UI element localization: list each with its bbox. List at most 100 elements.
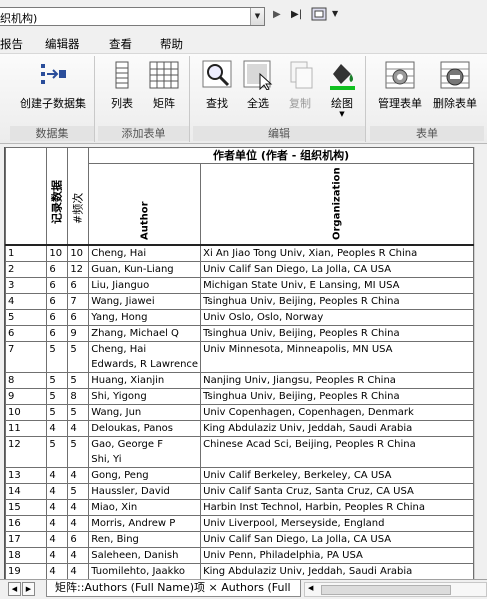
manage-forms-button[interactable]: 管理表单 — [374, 60, 426, 111]
frequency-cell[interactable]: 5 — [67, 436, 90, 468]
dataset-combo[interactable]: 织机构) ▼ — [0, 7, 265, 26]
organization-cell[interactable]: Univ Penn, Philadelphia, PA USA — [200, 547, 474, 564]
frequency-cell[interactable]: 6 — [67, 277, 90, 294]
row-number-cell[interactable]: 10 — [5, 404, 48, 421]
frequency-cell[interactable]: 9 — [67, 325, 90, 342]
author-cell[interactable]: Cheng, Hai Edwards, R Lawrence — [88, 341, 202, 373]
scroll-left-icon[interactable]: ◀ — [308, 584, 313, 592]
create-subset-button[interactable]: 创建子数据集 — [15, 60, 91, 111]
draw-button[interactable]: 绘图 ▼ — [324, 60, 360, 118]
organization-cell[interactable]: Xi An Jiao Tong Univ, Xian, Peoples R Ch… — [200, 244, 474, 262]
author-cell[interactable]: Saleheen, Danish — [88, 547, 202, 564]
author-cell[interactable]: Zhang, Michael Q — [88, 325, 202, 342]
organization-cell[interactable]: Univ Calif San Diego, La Jolla, CA USA — [200, 531, 474, 548]
author-cell[interactable]: Wang, Jun — [88, 404, 202, 421]
record-count-cell[interactable]: 5 — [46, 388, 69, 405]
record-count-cell[interactable]: 10 — [46, 244, 69, 262]
menu-report[interactable]: 报告 — [0, 36, 23, 52]
organization-cell[interactable]: Chinese Acad Sci, Beijing, Peoples R Chi… — [200, 436, 474, 468]
record-count-cell[interactable]: 4 — [46, 499, 69, 516]
row-number-cell[interactable]: 5 — [5, 309, 48, 326]
author-cell[interactable]: Cheng, Hai — [88, 244, 202, 262]
horizontal-scrollbar[interactable]: ◀ — [304, 582, 487, 597]
row-number-cell[interactable]: 14 — [5, 483, 48, 500]
author-header[interactable]: Author — [88, 163, 202, 246]
author-cell[interactable]: Miao, Xin — [88, 499, 202, 516]
frequency-cell[interactable]: 6 — [67, 309, 90, 326]
row-number-cell[interactable]: 4 — [5, 293, 48, 310]
skip-end-icon[interactable]: ▶| — [291, 9, 302, 20]
row-number-cell[interactable]: 19 — [5, 563, 48, 579]
frequency-cell[interactable]: 8 — [67, 388, 90, 405]
row-number-cell[interactable]: 7 — [5, 341, 48, 373]
record-count-cell[interactable]: 6 — [46, 293, 69, 310]
row-number-cell[interactable]: 18 — [5, 547, 48, 564]
frequency-header[interactable]: #频次 — [67, 147, 90, 246]
record-count-cell[interactable]: 4 — [46, 420, 69, 437]
author-cell[interactable]: Deloukas, Panos — [88, 420, 202, 437]
author-cell[interactable]: Tuomilehto, Jaakko — [88, 563, 202, 579]
copy-button[interactable]: 复制 — [282, 60, 318, 111]
author-cell[interactable]: Wang, Jiawei — [88, 293, 202, 310]
record-count-cell[interactable]: 5 — [46, 341, 69, 373]
frequency-cell[interactable]: 12 — [67, 261, 90, 278]
table-row[interactable]: 16 4 4 Morris, Andrew P Univ Liverpool, Mers… — [5, 515, 474, 532]
draw-dropdown-icon[interactable]: ▼ — [324, 111, 360, 118]
row-number-cell[interactable]: 3 — [5, 277, 48, 294]
prev-sheet-icon[interactable]: ◀ — [8, 582, 21, 596]
organization-cell[interactable]: Univ Calif San Diego, La Jolla, CA USA — [200, 261, 474, 278]
record-count-cell[interactable]: 6 — [46, 309, 69, 326]
row-number-cell[interactable]: 8 — [5, 372, 48, 389]
menu-help[interactable]: 帮助 — [160, 36, 183, 52]
table-row[interactable]: 2 6 12 Guan, Kun-Liang Univ Calif San Diego,… — [5, 261, 474, 278]
table-row[interactable]: 18 4 4 Saleheen, Danish Univ Penn, Philadelp… — [5, 547, 474, 564]
organization-cell[interactable]: Tsinghua Univ, Beijing, Peoples R China — [200, 293, 474, 310]
frequency-cell[interactable]: 5 — [67, 404, 90, 421]
author-cell[interactable]: Haussler, David — [88, 483, 202, 500]
frequency-cell[interactable]: 4 — [67, 547, 90, 564]
author-cell[interactable]: Gong, Peng — [88, 467, 202, 484]
record-count-cell[interactable]: 4 — [46, 483, 69, 500]
play-icon[interactable]: ▶ — [273, 9, 281, 20]
organization-cell[interactable]: King Abdulaziz Univ, Jeddah, Saudi Arabi… — [200, 563, 474, 579]
frequency-cell[interactable]: 5 — [67, 483, 90, 500]
toolbar-dropdown-icon[interactable]: ▼ — [332, 9, 338, 18]
organization-cell[interactable]: Univ Minnesota, Minneapolis, MN USA — [200, 341, 474, 373]
record-count-cell[interactable]: 4 — [46, 547, 69, 564]
horizontal-scroll-thumb[interactable] — [321, 585, 451, 595]
next-sheet-icon[interactable]: ▶ — [22, 582, 35, 596]
record-count-cell[interactable]: 6 — [46, 261, 69, 278]
organization-cell[interactable]: Tsinghua Univ, Beijing, Peoples R China — [200, 388, 474, 405]
author-cell[interactable]: Guan, Kun-Liang — [88, 261, 202, 278]
row-number-cell[interactable]: 6 — [5, 325, 48, 342]
record-count-cell[interactable]: 5 — [46, 436, 69, 468]
find-button[interactable]: 查找 — [199, 60, 235, 111]
table-row[interactable]: 12 5 5 Gao, George F Shi, Yi Chinese Acad Sci… — [5, 436, 474, 468]
sheet-tab-matrix[interactable]: 矩阵::Authors (Full Name)项 × Authors (Full — [46, 580, 301, 597]
author-cell[interactable]: Shi, Yigong — [88, 388, 202, 405]
row-number-cell[interactable]: 17 — [5, 531, 48, 548]
table-row[interactable]: 11 4 4 Deloukas, Panos King Abdulaziz Univ, … — [5, 420, 474, 437]
row-number-cell[interactable]: 2 — [5, 261, 48, 278]
frequency-cell[interactable]: 4 — [67, 563, 90, 579]
table-row[interactable]: 5 6 6 Yang, Hong Univ Oslo, Oslo, Norway — [5, 309, 474, 326]
table-row[interactable]: 15 4 4 Miao, Xin Harbin Inst Technol, Harbin… — [5, 499, 474, 516]
record-count-cell[interactable]: 4 — [46, 563, 69, 579]
record-count-cell[interactable]: 4 — [46, 531, 69, 548]
record-count-header[interactable]: 记录数据 — [46, 147, 69, 246]
author-cell[interactable]: Gao, George F Shi, Yi — [88, 436, 202, 468]
matrix-button[interactable]: 矩阵 — [146, 60, 182, 111]
frequency-cell[interactable]: 10 — [67, 244, 90, 262]
frequency-cell[interactable]: 6 — [67, 531, 90, 548]
record-count-cell[interactable]: 5 — [46, 404, 69, 421]
select-all-button[interactable]: 全选 — [240, 60, 276, 111]
menu-view[interactable]: 查看 — [109, 36, 132, 52]
frequency-cell[interactable]: 7 — [67, 293, 90, 310]
table-row[interactable]: 17 4 6 Ren, Bing Univ Calif San Diego, La Jo… — [5, 531, 474, 548]
row-number-cell[interactable]: 12 — [5, 436, 48, 468]
list-button[interactable]: 列表 — [106, 60, 138, 111]
table-row[interactable]: 1 10 10 Cheng, Hai Xi An Jiao Tong Univ, Xia… — [5, 244, 474, 262]
author-cell[interactable]: Morris, Andrew P — [88, 515, 202, 532]
table-row[interactable]: 4 6 7 Wang, Jiawei Tsinghua Univ, Beijing, P… — [5, 293, 474, 310]
table-row[interactable]: 3 6 6 Liu, Jianguo Michigan State Univ, E La… — [5, 277, 474, 294]
